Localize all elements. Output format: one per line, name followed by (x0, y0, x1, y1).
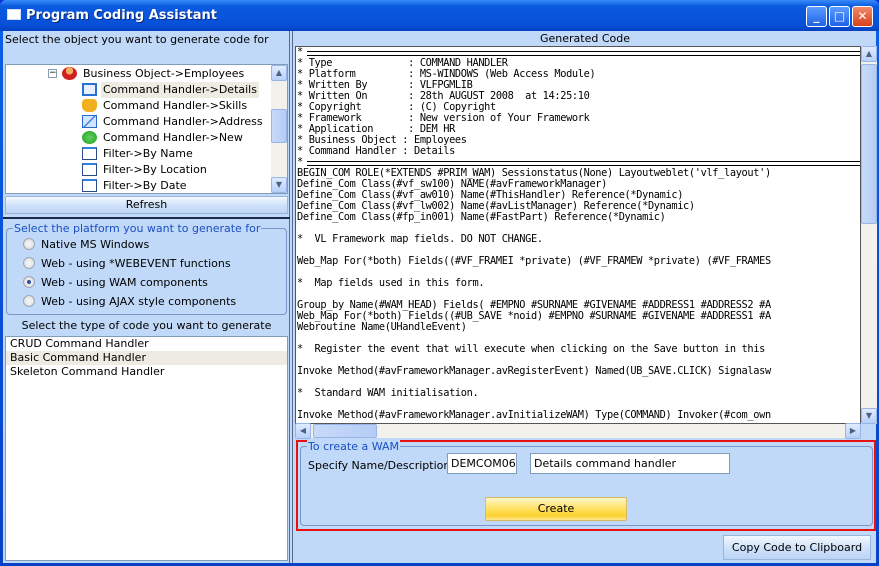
tree-item-label: Filter->By Date (103, 179, 187, 192)
program-coding-assistant-window: Program Coding Assistant _ □ ✕ Select th… (0, 0, 879, 566)
wam-highlight-box: To create a WAM Specify Name/Description… (296, 440, 876, 531)
code-separator: * (297, 47, 860, 58)
code-line: * Command Handler : Details (297, 145, 455, 157)
platform-radio[interactable]: Web - using *WEBEVENT functions (23, 256, 231, 272)
wam-group: To create a WAM Specify Name/Description… (300, 440, 873, 526)
code-vertical-scrollbar[interactable]: ▲ ▼ (861, 46, 877, 424)
code-line: * Register the event that will execute w… (297, 343, 765, 355)
plus-circle-icon (82, 131, 97, 144)
code-type-list[interactable]: CRUD Command Handler Basic Command Handle… (5, 336, 288, 561)
type-prompt: Select the type of code you want to gene… (21, 319, 272, 332)
scroll-up-button[interactable]: ▲ (271, 65, 287, 81)
platform-radio[interactable]: Native MS Windows (23, 237, 149, 253)
code-type-item[interactable]: Skeleton Command Handler (6, 365, 287, 379)
tree-item-label: Command Handler->Address (103, 115, 263, 128)
wam-name-input[interactable]: DEMCOM06 (447, 453, 517, 474)
platform-group: Select the platform you want to generate… (6, 222, 287, 315)
copy-to-clipboard-button[interactable]: Copy Code to Clipboard (723, 535, 871, 560)
left-panel: Select the object you want to generate c… (3, 31, 290, 563)
platform-label: Web - using WAM components (41, 276, 208, 289)
app-icon (7, 9, 21, 20)
filter-window-icon (82, 163, 97, 176)
scroll-down-button[interactable]: ▼ (861, 408, 877, 424)
object-prompt: Select the object you want to generate c… (5, 33, 269, 46)
code-type-item[interactable]: Basic Command Handler (6, 351, 287, 365)
maximize-button[interactable]: □ (829, 6, 850, 27)
close-button[interactable]: ✕ (852, 6, 873, 27)
scroll-thumb[interactable] (861, 64, 877, 224)
code-line: Web_Map For(*both) Fields((#VF_FRAMEI *p… (297, 255, 771, 267)
radio-button-icon[interactable] (23, 295, 35, 307)
platform-label: Web - using *WEBEVENT functions (41, 257, 231, 270)
wam-description-input[interactable]: Details command handler (530, 453, 730, 474)
platform-radio[interactable]: Web - using AJAX style components (23, 294, 236, 310)
wam-group-label: To create a WAM (307, 440, 401, 453)
object-tree[interactable]: ▲ ▼ − Business Object->Employees Command H… (5, 64, 288, 194)
code-line: Webroutine Name(UHandleEvent) (297, 321, 467, 333)
radio-button-icon[interactable] (23, 276, 35, 288)
window-icon (82, 83, 97, 96)
platform-label: Native MS Windows (41, 238, 150, 251)
tree-scrollbar[interactable]: ▲ ▼ (271, 65, 287, 193)
radio-button-icon[interactable] (23, 238, 35, 250)
code-horizontal-scrollbar[interactable]: ◀ ▶ (295, 423, 861, 439)
envelope-icon (82, 115, 97, 128)
scroll-left-button[interactable]: ◀ (295, 423, 311, 439)
tree-item-label: Command Handler->New (103, 131, 243, 144)
tree-item-label: Filter->By Location (103, 163, 207, 176)
tree-item-label: Filter->By Name (103, 147, 193, 160)
code-line: * Map fields used in this form. (297, 277, 485, 289)
platform-label: Web - using AJAX style components (41, 295, 237, 308)
platform-radio[interactable]: Web - using WAM components (23, 275, 208, 291)
tree-item-label: Command Handler->Details (101, 82, 259, 98)
scroll-up-button[interactable]: ▲ (861, 46, 877, 62)
client-area: Select the object you want to generate c… (3, 31, 877, 563)
collapse-icon[interactable]: − (48, 69, 57, 78)
code-type-item[interactable]: CRUD Command Handler (6, 337, 287, 351)
generated-code-header: Generated Code (539, 32, 630, 45)
create-button[interactable]: Create (485, 497, 627, 521)
scroll-right-button[interactable]: ▶ (845, 423, 861, 439)
hand-icon (82, 99, 97, 112)
code-line: Invoke Method(#avFrameworkManager.avInit… (297, 409, 771, 421)
filter-window-icon (82, 179, 97, 192)
tree-item-label: Business Object->Employees (83, 67, 245, 80)
scroll-down-button[interactable]: ▼ (271, 177, 287, 193)
right-panel: Generated Code * * Type : COMMAND HANDLER… (292, 31, 877, 563)
code-separator: * (297, 157, 860, 168)
scroll-thumb[interactable] (271, 109, 287, 143)
name-label: Specify Name/Description (308, 459, 451, 472)
code-line: Invoke Method(#avFrameworkManager.avRegi… (297, 365, 771, 377)
minimize-button[interactable]: _ (806, 6, 827, 27)
refresh-button[interactable]: Refresh (5, 196, 288, 214)
title-bar: Program Coding Assistant _ □ ✕ (0, 0, 879, 31)
window-title: Program Coding Assistant (26, 8, 217, 23)
person-icon (62, 67, 77, 80)
filter-window-icon (82, 147, 97, 160)
tree-item-label: Command Handler->Skills (103, 99, 248, 112)
divider (3, 217, 290, 219)
code-line: * VL Framework map fields. DO NOT CHANGE… (297, 233, 543, 245)
scroll-thumb[interactable] (313, 424, 377, 438)
platform-group-label: Select the platform you want to generate… (13, 222, 262, 235)
code-line: * Standard WAM initialisation. (297, 387, 479, 399)
generated-code-area[interactable]: * * Type : COMMAND HANDLER * Platform : MS… (295, 46, 861, 424)
radio-button-icon[interactable] (23, 257, 35, 269)
code-line: Define_Com Class(#fp_in001) Name(#FastPa… (297, 211, 666, 223)
